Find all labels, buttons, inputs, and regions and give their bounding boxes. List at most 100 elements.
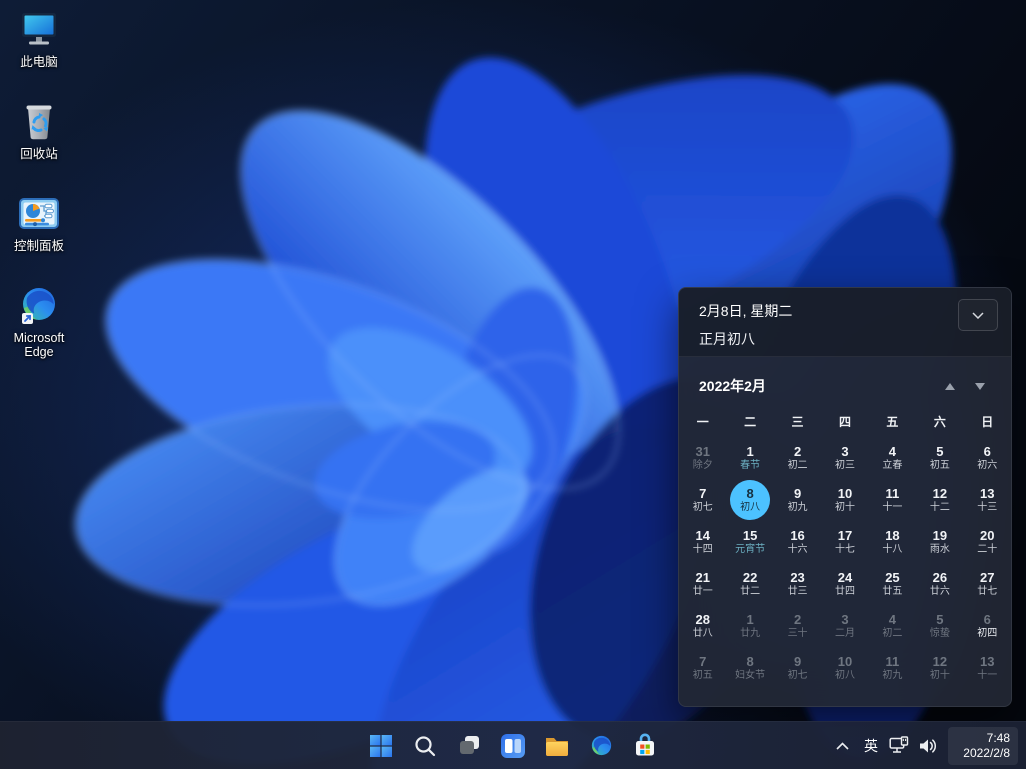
weekday-label: 六: [933, 415, 946, 429]
calendar-day[interactable]: 15 元宵节: [726, 521, 773, 563]
weekday-label: 一: [696, 415, 709, 429]
desktop-icon-recycle-bin[interactable]: 回收站: [0, 100, 78, 161]
calendar-day[interactable]: 3 二月: [821, 605, 868, 647]
search-button[interactable]: [406, 727, 444, 765]
hidden-icons-button[interactable]: [828, 728, 856, 764]
calendar-day[interactable]: 24 廿四: [821, 563, 868, 605]
weekday-label: 四: [838, 415, 851, 429]
weekday-label: 日: [981, 415, 994, 429]
calendar-day[interactable]: 6 初四: [964, 605, 1011, 647]
calendar-day[interactable]: 8 初八: [726, 479, 773, 521]
volume-icon: [919, 738, 936, 753]
desktop-icon-this-pc[interactable]: 此电脑: [0, 8, 78, 69]
start-icon: [370, 734, 392, 757]
calendar-day[interactable]: 28 廿八: [679, 605, 726, 647]
taskbar-center: [362, 722, 664, 769]
calendar-day[interactable]: 1 春节: [726, 437, 773, 479]
weekday-label: 二: [744, 415, 757, 429]
this-pc-icon: [22, 13, 56, 45]
calendar-day[interactable]: 11 初九: [869, 647, 916, 689]
control-panel-icon: [19, 198, 59, 229]
calendar-flyout: 2月8日, 星期二 正月初八 2022年2月 一 二 三 四 五 六 日 31 …: [678, 287, 1012, 707]
start-button[interactable]: [362, 727, 400, 765]
desktop-icon-label: 回收站: [20, 147, 58, 161]
calendar-day[interactable]: 9 初七: [774, 647, 821, 689]
calendar-day[interactable]: 2 三十: [774, 605, 821, 647]
desktop-icon-label: 控制面板: [13, 239, 64, 253]
calendar-day[interactable]: 11 十一: [869, 479, 916, 521]
widgets-icon: [501, 733, 525, 758]
calendar-day[interactable]: 10 初八: [821, 647, 868, 689]
calendar-day[interactable]: 18 十八: [869, 521, 916, 563]
calendar-day[interactable]: 12 十二: [916, 479, 963, 521]
edge-icon: [591, 735, 611, 756]
calendar-day[interactable]: 5 初五: [916, 437, 963, 479]
calendar-day[interactable]: 20 二十: [964, 521, 1011, 563]
network-button[interactable]: [886, 728, 913, 764]
chevron-down-icon: [975, 382, 985, 390]
store-button[interactable]: [626, 727, 664, 765]
calendar-prev-month-button[interactable]: [935, 374, 965, 398]
calendar-day[interactable]: 22 廿二: [726, 563, 773, 605]
calendar-day[interactable]: 5 惊蛰: [916, 605, 963, 647]
edge-icon: [22, 288, 55, 324]
calendar-day[interactable]: 26 廿六: [916, 563, 963, 605]
weekday-label: 三: [791, 415, 804, 429]
calendar-day[interactable]: 13 十三: [964, 479, 1011, 521]
calendar-day[interactable]: 10 初十: [821, 479, 868, 521]
chevron-down-icon: [972, 311, 984, 319]
calendar-day[interactable]: 4 初二: [869, 605, 916, 647]
desktop-icon-edge[interactable]: Microsoft Edge: [0, 284, 78, 359]
calendar-day[interactable]: 9 初九: [774, 479, 821, 521]
store-icon: [636, 733, 654, 755]
calendar-weekday-row: 一 二 三 四 五 六 日: [679, 413, 1011, 430]
ime-label: 英: [864, 737, 878, 754]
recycle-bin-icon: [26, 105, 52, 140]
task-view-button[interactable]: [450, 727, 488, 765]
calendar-day[interactable]: 14 十四: [679, 521, 726, 563]
search-icon: [415, 735, 436, 756]
widgets-button[interactable]: [494, 727, 532, 765]
calendar-month-bar: 2022年2月: [679, 357, 1011, 398]
edge-taskbar-button[interactable]: [582, 727, 620, 765]
desktop-icon-control-panel[interactable]: 控制面板: [0, 192, 78, 253]
calendar-date-text: 2月8日, 星期二: [699, 303, 793, 319]
calendar-day[interactable]: 31 除夕: [679, 437, 726, 479]
calendar-day[interactable]: 1 廿九: [726, 605, 773, 647]
calendar-month-label: 2022年2月: [699, 378, 766, 394]
desktop-icon-label: 此电脑: [20, 55, 58, 69]
calendar-collapse-button[interactable]: [958, 299, 998, 331]
calendar-day[interactable]: 23 廿三: [774, 563, 821, 605]
calendar-day[interactable]: 17 十七: [821, 521, 868, 563]
clock[interactable]: 7:48 2022/2/8: [948, 726, 1018, 765]
file-explorer-button[interactable]: [538, 727, 576, 765]
calendar-day[interactable]: 19 雨水: [916, 521, 963, 563]
calendar-day[interactable]: 6 初六: [964, 437, 1011, 479]
weekday-label: 五: [886, 415, 899, 429]
calendar-day[interactable]: 16 十六: [774, 521, 821, 563]
network-ethernet-icon: [889, 735, 909, 753]
clock-time: 7:48: [986, 730, 1010, 745]
calendar-day[interactable]: 7 初五: [679, 647, 726, 689]
calendar-day[interactable]: 13 十一: [964, 647, 1011, 689]
chevron-up-icon: [835, 741, 849, 750]
file-explorer-icon: [546, 737, 568, 756]
calendar-header: 2月8日, 星期二 正月初八: [679, 288, 1011, 357]
chevron-up-icon: [945, 382, 955, 390]
desktop-icon-label: Microsoft Edge: [13, 331, 65, 359]
calendar-day[interactable]: 4 立春: [869, 437, 916, 479]
calendar-day[interactable]: 21 廿一: [679, 563, 726, 605]
calendar-day[interactable]: 8 妇女节: [726, 647, 773, 689]
calendar-day[interactable]: 3 初三: [821, 437, 868, 479]
calendar-next-month-button[interactable]: [965, 374, 995, 398]
calendar-day[interactable]: 12 初十: [916, 647, 963, 689]
volume-button[interactable]: [913, 728, 942, 764]
clock-date: 2022/2/8: [963, 745, 1010, 760]
calendar-grid: 31 除夕 1 春节 2 初二 3 初三 4 立春 5 初五 6 初六 7 初七…: [679, 437, 1011, 689]
calendar-day[interactable]: 27 廿七: [964, 563, 1011, 605]
calendar-day[interactable]: 25 廿五: [869, 563, 916, 605]
task-view-icon: [459, 736, 479, 754]
calendar-day[interactable]: 2 初二: [774, 437, 821, 479]
calendar-day[interactable]: 7 初七: [679, 479, 726, 521]
ime-indicator[interactable]: 英: [856, 728, 886, 764]
